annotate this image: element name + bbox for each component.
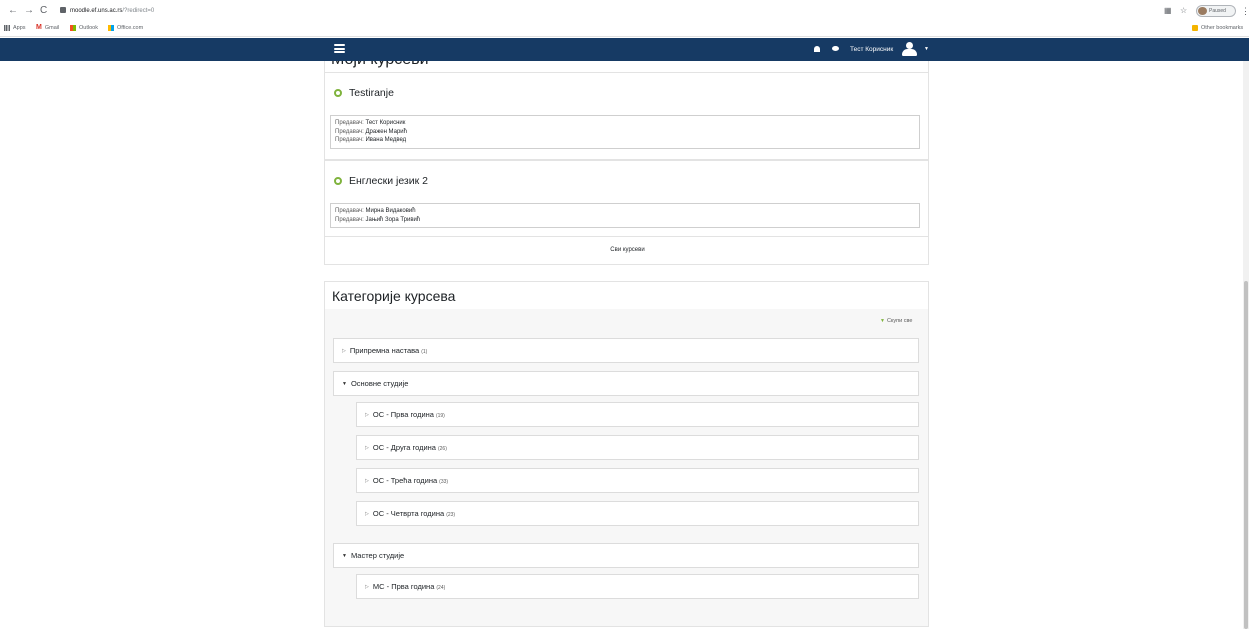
notifications-bell-icon[interactable] [814,46,820,52]
forward-arrow-icon[interactable]: → [24,4,34,18]
hamburger-menu-icon[interactable] [334,44,345,53]
chevron-down-icon[interactable]: ▼ [924,38,929,61]
bookmarks-bar: Apps M Gmail Outlook Office.com Other boo… [0,22,1249,34]
url-host: moodle.ef.uns.ac.rs [70,8,123,14]
course-icon [334,177,342,185]
course-categories-block: Категорије курсева ▼ Скупи све ▷ Припремна… [324,281,929,627]
back-arrow-icon[interactable]: ← [8,4,18,18]
category-os-2[interactable]: ▷ ОС - Друга година (26) [356,435,919,460]
chevron-right-icon: ▷ [342,348,346,354]
bookmark-gmail[interactable]: M Gmail [36,22,59,34]
bookmark-outlook[interactable]: Outlook [70,22,98,34]
course-item-english: Енглески језик 2 Предавач: Мирна Видаков… [324,160,929,237]
user-avatar-icon[interactable] [902,42,917,57]
top-navbar: Тест Корисник ▼ [0,38,1249,61]
browser-chrome: ← → C moodle.ef.uns.ac.rs/?redirect=0 ▦ … [0,0,1249,37]
category-os-3[interactable]: ▷ ОС - Трећа година (33) [356,468,919,493]
lock-icon [60,7,66,14]
my-courses-title: Моји курсеви [331,61,429,69]
url-path: /?redirect=0 [122,8,155,14]
gmail-icon: M [36,24,42,31]
teacher-line: Предавач: Ивана Медвед [335,137,407,143]
teacher-line: Предавач: Тест Корисник [335,120,406,126]
categories-title: Категорије курсева [332,288,456,304]
star-icon[interactable]: ☆ [1180,4,1187,18]
chevron-right-icon: ▷ [365,511,369,517]
bookmark-office[interactable]: Office.com [108,22,143,34]
user-name[interactable]: Тест Корисник [850,38,893,61]
other-bookmarks[interactable]: Other bookmarks [1192,22,1243,34]
reload-icon[interactable]: C [40,4,47,18]
bookmark-apps[interactable]: Apps [4,22,26,34]
chevron-down-icon: ▼ [342,553,347,559]
category-master[interactable]: ▼ Мастер студије [333,543,919,568]
course-teachers: Предавач: Мирна Видаковић Предавач: Јањи… [330,203,920,228]
course-teachers: Предавач: Тест Корисник Предавач: Дражен… [330,115,920,149]
page-content: Моји курсеви Testiranje Предавач: Тест К… [0,61,1249,629]
all-courses-footer: Сви курсеви [324,237,929,265]
teacher-line: Предавач: Јањић Зора Тривић [335,216,421,223]
category-osnovne[interactable]: ▼ Основне студије [333,371,919,396]
messages-chat-icon[interactable] [832,46,839,51]
chevron-right-icon: ▷ [365,445,369,451]
course-icon [334,89,342,97]
category-ms-1[interactable]: ▷ МС - Прва година (24) [356,574,919,599]
chevron-down-icon: ▼ [342,381,347,387]
profile-avatar-icon [1198,7,1207,15]
category-os-1[interactable]: ▷ ОС - Прва година (19) [356,402,919,427]
triangle-down-icon: ▼ [880,318,885,324]
translate-icon[interactable]: ▦ [1164,4,1172,18]
course-item-testiranje: Testiranje Предавач: Тест Корисник Преда… [324,72,929,160]
category-pripremna[interactable]: ▷ Припремна настава (1) [333,338,919,363]
course-title[interactable]: Енглески језик 2 [334,175,428,187]
all-courses-link[interactable]: Сви курсеви [325,247,930,253]
chevron-right-icon: ▷ [365,584,369,590]
categories-header: Категорије курсева [325,282,928,309]
chevron-right-icon: ▷ [365,412,369,418]
address-bar[interactable]: moodle.ef.uns.ac.rs/?redirect=0 [60,5,1160,17]
chevron-right-icon: ▷ [365,478,369,484]
teacher-line: Предавач: Мирна Видаковић [335,208,416,214]
profile-status: Paused [1209,8,1226,14]
office-icon [108,24,114,31]
folder-icon [1192,24,1198,31]
apps-grid-icon [4,24,10,31]
profile-button[interactable]: Paused [1196,5,1236,17]
menu-kebab-icon[interactable]: ⋮ [1241,4,1249,18]
category-os-4[interactable]: ▷ ОС - Четврта година (23) [356,501,919,526]
outlook-icon [70,24,76,31]
page-scrollbar[interactable] [1243,61,1249,629]
scrollbar-thumb[interactable] [1244,281,1248,629]
course-title[interactable]: Testiranje [334,87,394,99]
collapse-all-link[interactable]: ▼ Скупи све [880,318,912,324]
teacher-line: Предавач: Дражен Марић [335,128,407,135]
